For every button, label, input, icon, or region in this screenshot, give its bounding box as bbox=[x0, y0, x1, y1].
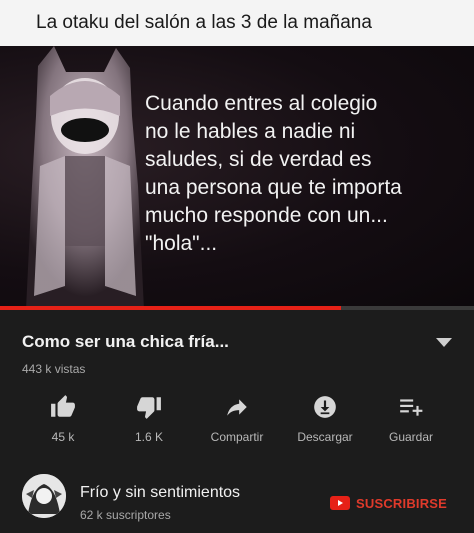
like-count: 45 k bbox=[51, 430, 75, 444]
channel-avatar-image bbox=[22, 474, 66, 518]
share-label: Compartir bbox=[210, 430, 264, 444]
dislike-count: 1.6 K bbox=[134, 430, 164, 444]
subscriber-count: 62 k suscriptores bbox=[80, 508, 171, 522]
video-title[interactable]: Como ser una chica fría... bbox=[22, 332, 229, 352]
meme-caption-text: La otaku del salón a las 3 de la mañana bbox=[36, 12, 372, 33]
share-icon bbox=[227, 399, 247, 416]
save-label: Guardar bbox=[388, 430, 434, 444]
subscribe-button[interactable]: SUSCRIBIRSE bbox=[330, 494, 447, 512]
video-player[interactable]: Cuando entres al colegio no le hables a … bbox=[0, 46, 474, 310]
expand-description-icon[interactable] bbox=[436, 338, 452, 347]
download-button[interactable]: Descargar bbox=[280, 394, 370, 444]
dislike-button[interactable]: 1.6 K bbox=[104, 394, 194, 444]
channel-name[interactable]: Frío y sin sentimientos bbox=[80, 484, 240, 502]
video-info-panel: Como ser una chica fría... 443 k vistas … bbox=[0, 310, 474, 533]
thumbs-up-icon bbox=[51, 395, 75, 417]
subscribe-label: SUSCRIBIRSE bbox=[356, 495, 448, 511]
meme-caption: La otaku del salón a las 3 de la mañana bbox=[0, 0, 474, 46]
like-button[interactable]: 45 k bbox=[18, 394, 108, 444]
playlist-add-icon bbox=[400, 399, 423, 416]
thumbs-down-icon bbox=[137, 397, 161, 419]
channel-avatar[interactable] bbox=[22, 474, 66, 518]
share-button[interactable]: Compartir bbox=[192, 394, 282, 444]
youtube-play-icon bbox=[330, 496, 350, 510]
video-overlay-text: Cuando entres al colegio no le hables a … bbox=[145, 92, 402, 255]
download-label: Descargar bbox=[297, 430, 353, 444]
view-count: 443 k vistas bbox=[22, 362, 86, 376]
save-button[interactable]: Guardar bbox=[366, 394, 456, 444]
download-icon bbox=[314, 396, 336, 418]
action-bar: 45 k 1.6 K Compartir Descargar Guardar bbox=[0, 394, 474, 454]
anime-girl-thumbnail bbox=[26, 46, 144, 310]
channel-row: Frío y sin sentimientos 62 k suscriptore… bbox=[0, 470, 474, 533]
